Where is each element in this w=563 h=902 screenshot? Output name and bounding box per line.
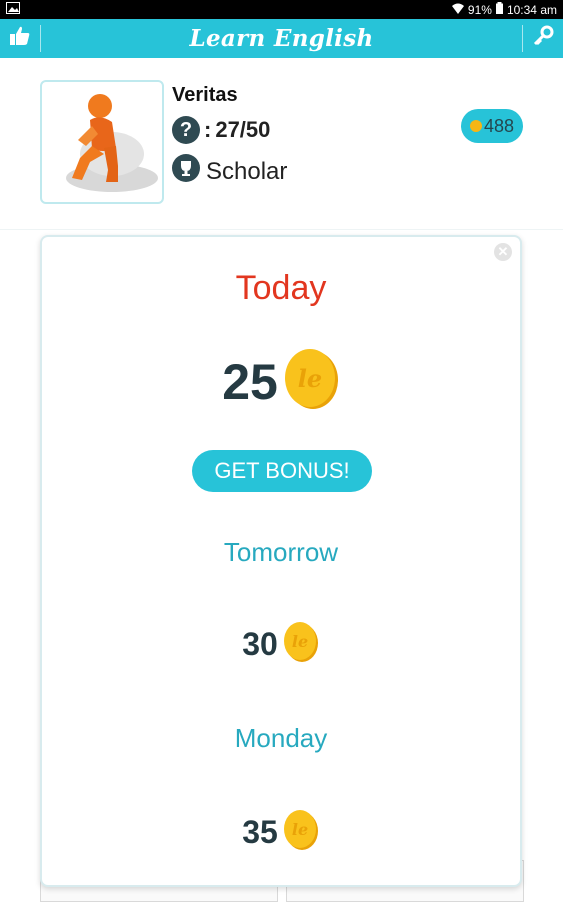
app-title: Learn English (189, 25, 374, 52)
get-bonus-button[interactable]: GET BONUS! (192, 450, 372, 492)
battery-percent: 91% (467, 2, 492, 17)
divider (0, 229, 563, 230)
settings-button[interactable] (523, 19, 563, 58)
next-day-amount: 35 (242, 814, 278, 850)
svg-text:le: le (292, 632, 308, 651)
next-day-reward: 35 le (42, 809, 520, 856)
tomorrow-reward: 30 le (42, 621, 520, 668)
today-amount: 25 (222, 353, 278, 410)
clock: 10:34 am (506, 2, 557, 17)
svg-text:le: le (292, 820, 308, 839)
image-icon (6, 2, 20, 17)
svg-text:le: le (298, 364, 322, 393)
tomorrow-amount: 30 (242, 626, 278, 662)
avatar-figure-icon (66, 94, 158, 192)
today-label: Today (235, 269, 327, 307)
coin-icon: le (282, 347, 340, 416)
key-icon (532, 25, 554, 52)
question-progress: ? : 27/50 (172, 116, 270, 144)
next-day-label: Monday (234, 723, 328, 753)
tomorrow-label: Tomorrow (223, 537, 339, 567)
coin-balance: 488 (483, 115, 515, 136)
wifi-icon (451, 3, 464, 17)
battery-icon (495, 2, 503, 17)
coin-icon: le (282, 809, 320, 856)
rank: Scholar (172, 154, 287, 189)
close-button[interactable]: ✕ (494, 243, 512, 261)
status-bar: 91% 10:34 am (0, 0, 563, 19)
trophy-icon (172, 154, 200, 189)
avatar[interactable] (40, 80, 164, 204)
coin-balance-badge[interactable]: 488 (461, 109, 523, 143)
close-icon: ✕ (497, 244, 509, 259)
username: Veritas (172, 84, 238, 106)
progress-value: 27/50 (215, 117, 271, 142)
progress-separator: : (204, 117, 212, 142)
question-icon: ? (172, 116, 200, 144)
rank-label: Scholar (206, 157, 288, 185)
app-header: Learn English (0, 19, 563, 58)
profile-panel: Veritas ? : 27/50 Scholar 488 (0, 58, 563, 230)
coin-icon: le (282, 621, 320, 668)
coin-icon (469, 120, 482, 132)
daily-bonus-dialog: ✕ Today 25 le GET BONUS! Tomorrow 30 le … (40, 235, 522, 887)
today-reward: 25 le (42, 347, 520, 416)
